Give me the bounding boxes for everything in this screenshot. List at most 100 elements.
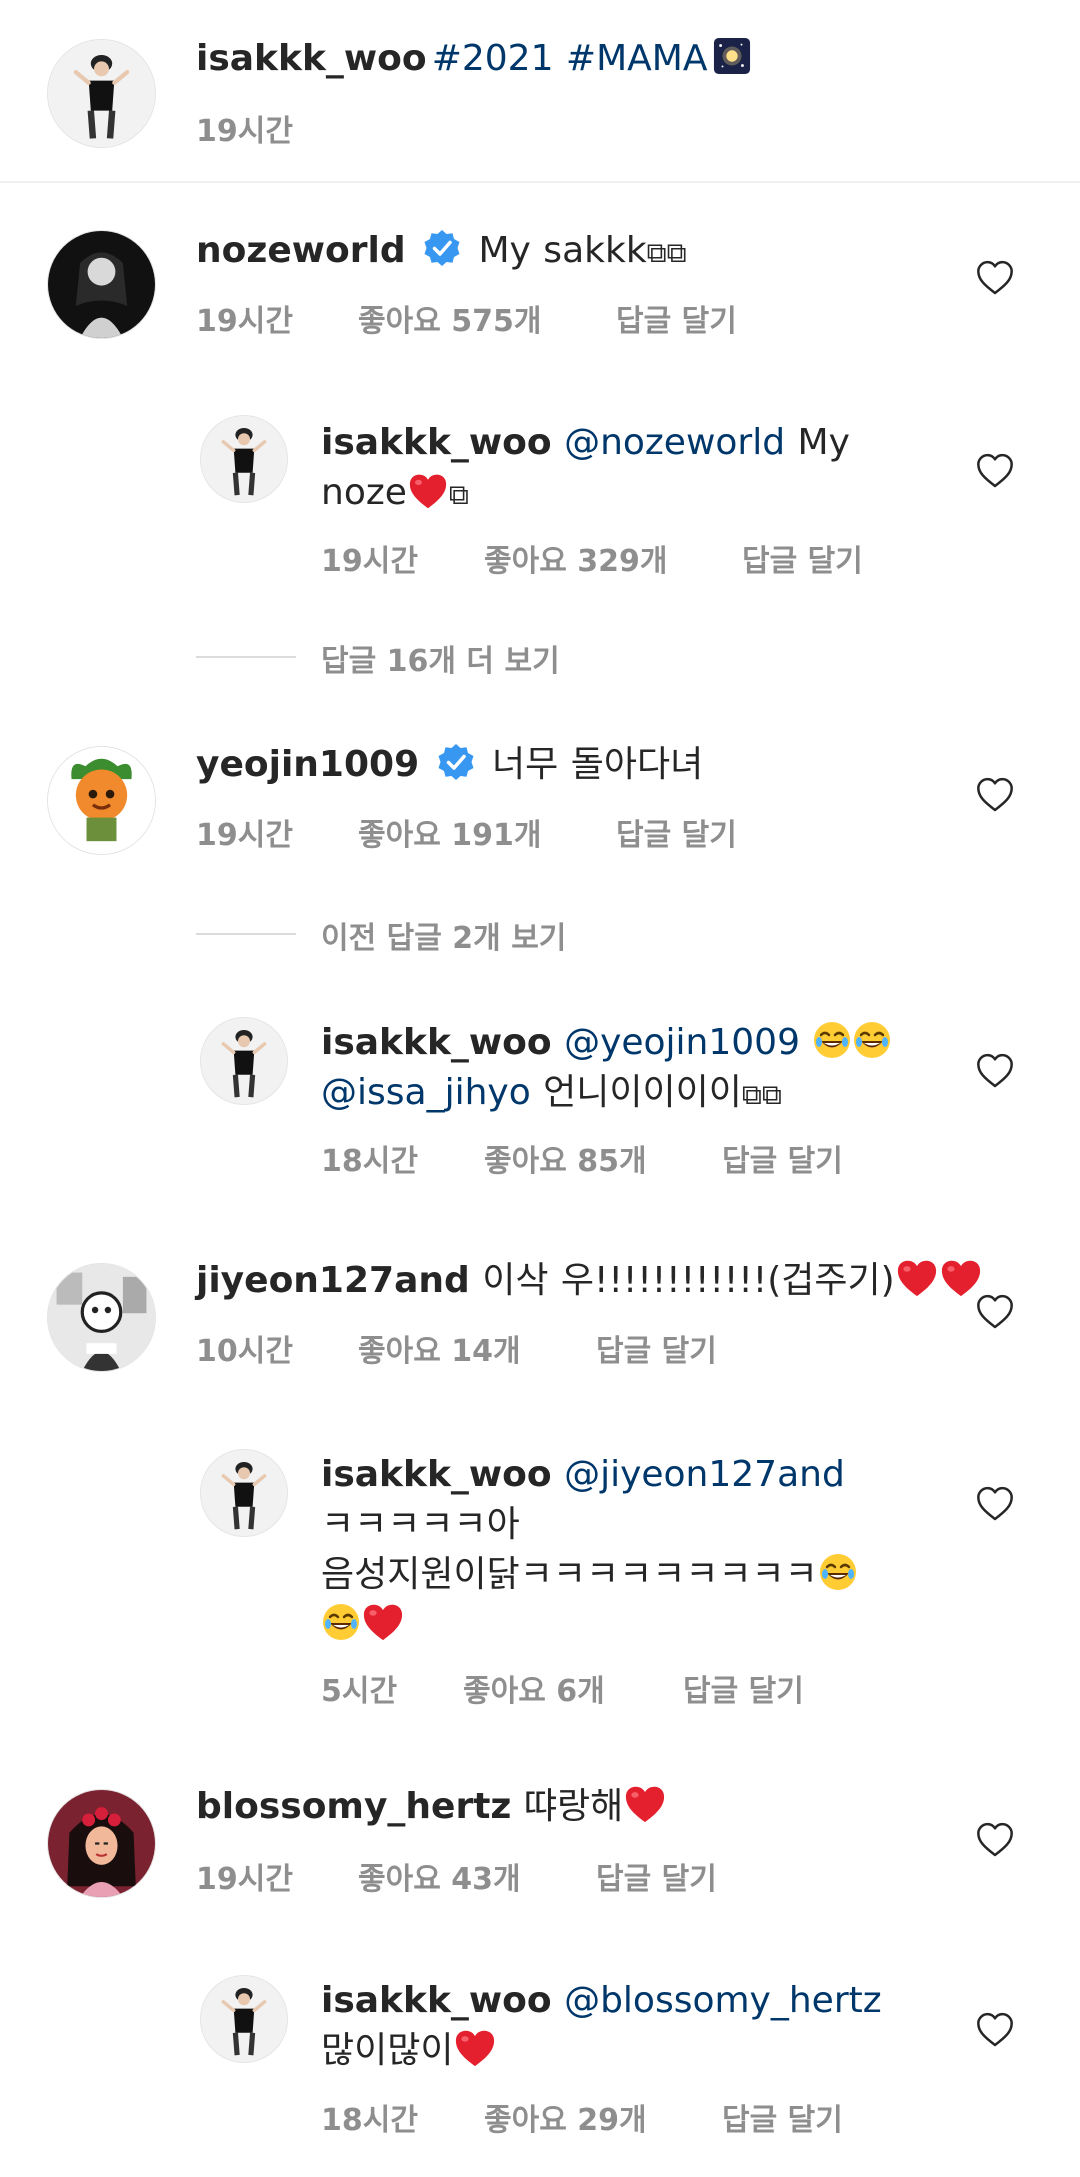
verified-badge-icon bbox=[436, 742, 476, 782]
comment-text: yeojin1009 너무 돌아다녀 bbox=[196, 740, 703, 790]
red-heart-emoji-icon bbox=[361, 1602, 405, 1642]
like-heart-icon[interactable] bbox=[975, 1292, 1015, 1332]
reply-mention[interactable]: @jiyeon127and bbox=[564, 1454, 845, 1495]
avatar[interactable] bbox=[201, 1450, 287, 1536]
reply-mention[interactable]: @blossomy_hertz bbox=[564, 1980, 882, 2021]
comment-likes[interactable]: 좋아요 191개 bbox=[358, 810, 541, 854]
comment-body: 땨랑해 bbox=[523, 1786, 624, 1827]
reply-button[interactable]: 답글 달기 bbox=[722, 2095, 843, 2139]
comment-time: 19시간 bbox=[196, 304, 293, 339]
avatar[interactable] bbox=[48, 747, 155, 854]
comment-time: 19시간 bbox=[196, 818, 293, 853]
avatar[interactable] bbox=[201, 1018, 287, 1104]
comment-username[interactable]: nozeworld bbox=[196, 230, 406, 271]
comment-username[interactable]: yeojin1009 bbox=[196, 744, 419, 785]
reply-button[interactable]: 답글 달기 bbox=[596, 1854, 717, 1898]
reply-trail: ⧉ bbox=[448, 478, 469, 511]
view-replies-line bbox=[196, 933, 296, 935]
reply-text: isakkk_woo @nozeworld My noze ⧉ bbox=[321, 418, 881, 520]
avatar-image bbox=[201, 1450, 287, 1536]
comment-trail: ⧉⧉ bbox=[646, 236, 687, 269]
laughing-emoji-icon bbox=[818, 1552, 858, 1592]
reply-username[interactable]: isakkk_woo bbox=[321, 1454, 552, 1495]
red-heart-emoji-icon bbox=[407, 472, 449, 510]
post-time: 19시간 bbox=[196, 114, 293, 149]
reply-likes[interactable]: 좋아요 85개 bbox=[484, 1136, 647, 1180]
verified-badge-icon bbox=[422, 228, 462, 268]
red-heart-emoji-icon bbox=[453, 2028, 497, 2068]
reply-button[interactable]: 답글 달기 bbox=[722, 1136, 843, 1180]
reply-username[interactable]: isakkk_woo bbox=[321, 1022, 552, 1063]
comment-username[interactable]: blossomy_hertz bbox=[196, 1786, 511, 1827]
reply-button[interactable]: 답글 달기 bbox=[596, 1326, 717, 1370]
post-author-username[interactable]: isakkk_woo bbox=[196, 38, 427, 79]
reply-button[interactable]: 답글 달기 bbox=[683, 1666, 804, 1710]
like-heart-icon[interactable] bbox=[975, 1051, 1015, 1091]
view-more-replies-button[interactable]: 답글 16개 더 보기 bbox=[321, 636, 560, 680]
caption-divider bbox=[0, 181, 1080, 183]
comment-likes[interactable]: 좋아요 43개 bbox=[358, 1854, 521, 1898]
reply-text: isakkk_woo @yeojin1009 @issa_jihyo 언니이이이… bbox=[321, 1018, 921, 1120]
reply-likes[interactable]: 좋아요 6개 bbox=[463, 1666, 605, 1710]
reply-text: isakkk_woo @blossomy_hertz 많이많이 bbox=[321, 1976, 921, 2076]
galaxy-emoji-icon bbox=[713, 37, 751, 75]
avatar[interactable] bbox=[201, 416, 287, 502]
reply-body: My bbox=[785, 422, 850, 463]
reply-time: 19시간 bbox=[321, 544, 418, 579]
comment-text: blossomy_hertz 땨랑해 bbox=[196, 1782, 667, 1832]
avatar-image bbox=[201, 1976, 287, 2062]
comment-body: 너무 돌아다녀 bbox=[492, 744, 704, 785]
avatar-image bbox=[201, 416, 287, 502]
comment-likes[interactable]: 좋아요 575개 bbox=[358, 296, 541, 340]
reply-mention[interactable]: @yeojin1009 bbox=[564, 1022, 800, 1063]
reply-body-line2: ㅋㅋㅋㅋㅋ아 bbox=[321, 1504, 520, 1545]
view-replies-line bbox=[196, 656, 296, 658]
reply-button[interactable]: 답글 달기 bbox=[616, 810, 737, 854]
avatar-image bbox=[48, 40, 155, 147]
comment-username[interactable]: jiyeon127and bbox=[196, 1260, 470, 1301]
reply-username[interactable]: isakkk_woo bbox=[321, 1980, 552, 2021]
post-hashtags[interactable]: #2021 #MAMA bbox=[432, 38, 708, 79]
reply-button[interactable]: 답글 달기 bbox=[742, 536, 863, 580]
reply-username[interactable]: isakkk_woo bbox=[321, 422, 552, 463]
like-heart-icon[interactable] bbox=[975, 1484, 1015, 1524]
reply-time: 5시간 bbox=[321, 1674, 398, 1709]
post-author-avatar[interactable] bbox=[48, 40, 155, 147]
avatar-image bbox=[48, 1264, 155, 1371]
reply-time: 18시간 bbox=[321, 1144, 418, 1179]
avatar-image bbox=[48, 1790, 155, 1897]
reply-body-line2: 많이많이 bbox=[321, 2030, 454, 2071]
comment-text: nozeworld My sakkk⧉⧉ bbox=[196, 226, 687, 278]
reply-mention[interactable]: @nozeworld bbox=[564, 422, 785, 463]
comment-body: 이삭 우!!!!!!!!!!!!(겁주기) bbox=[482, 1260, 895, 1301]
laughing-emoji-icon bbox=[852, 1020, 892, 1060]
red-heart-emoji-icon bbox=[623, 1784, 667, 1824]
comment-likes[interactable]: 좋아요 14개 bbox=[358, 1326, 521, 1370]
laughing-emoji-icon bbox=[321, 1602, 361, 1642]
avatar-image bbox=[48, 231, 155, 338]
like-heart-icon[interactable] bbox=[975, 451, 1015, 491]
avatar[interactable] bbox=[201, 1976, 287, 2062]
avatar[interactable] bbox=[48, 231, 155, 338]
reply-trail: ⧉⧉ bbox=[741, 1078, 782, 1111]
avatar-image bbox=[48, 747, 155, 854]
reply-mention-2[interactable]: @issa_jihyo bbox=[321, 1072, 531, 1113]
laughing-emoji-icon bbox=[812, 1020, 852, 1060]
avatar[interactable] bbox=[48, 1790, 155, 1897]
reply-time: 18시간 bbox=[321, 2103, 418, 2138]
reply-body-line2: noze bbox=[321, 472, 407, 513]
like-heart-icon[interactable] bbox=[975, 1820, 1015, 1860]
reply-button[interactable]: 답글 달기 bbox=[616, 296, 737, 340]
view-previous-replies-button[interactable]: 이전 답글 2개 보기 bbox=[321, 913, 566, 957]
avatar[interactable] bbox=[48, 1264, 155, 1371]
reply-likes[interactable]: 좋아요 29개 bbox=[484, 2095, 647, 2139]
like-heart-icon[interactable] bbox=[975, 2010, 1015, 2050]
like-heart-icon[interactable] bbox=[975, 775, 1015, 815]
reply-text: isakkk_woo @jiyeon127and ㅋㅋㅋㅋㅋ아 음성지원이닭ㅋㅋ… bbox=[321, 1450, 921, 1650]
reply-likes[interactable]: 좋아요 329개 bbox=[484, 536, 667, 580]
comment-time: 10시간 bbox=[196, 1334, 293, 1369]
avatar-image bbox=[201, 1018, 287, 1104]
reply-body-line3: 음성지원이닭ㅋㅋㅋㅋㅋㅋㅋㅋㅋ bbox=[321, 1554, 818, 1595]
post-caption: isakkk_woo #2021 #MAMA bbox=[196, 34, 751, 84]
like-heart-icon[interactable] bbox=[975, 258, 1015, 298]
